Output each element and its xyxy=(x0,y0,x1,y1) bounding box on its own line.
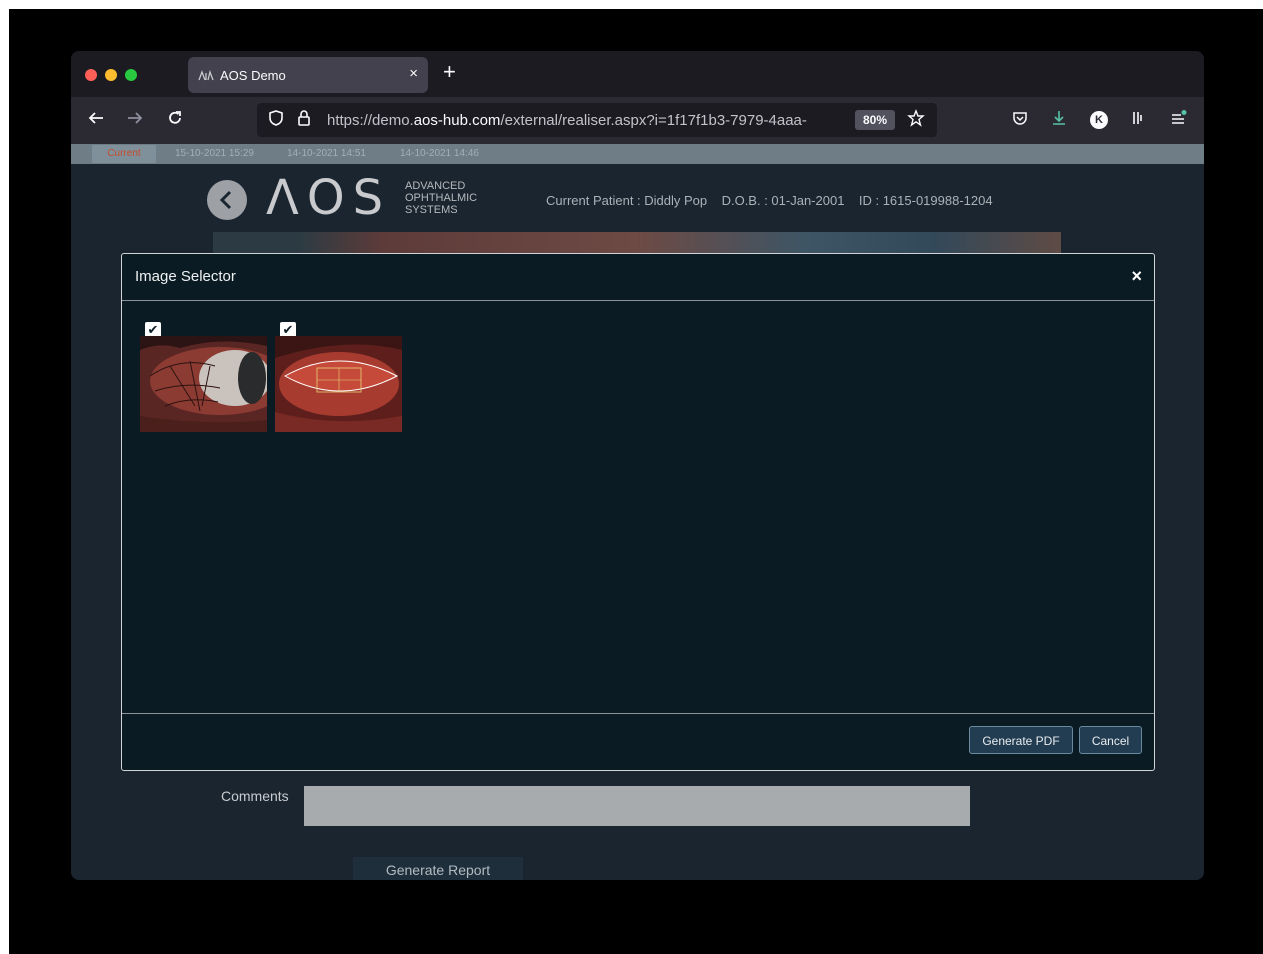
minimize-window-button[interactable] xyxy=(105,69,117,81)
zoom-level-badge[interactable]: 80% xyxy=(855,110,895,130)
cancel-button[interactable]: Cancel xyxy=(1079,726,1142,754)
tab-strip: AOS Demo × + xyxy=(71,51,1204,97)
lock-icon[interactable] xyxy=(293,109,315,131)
back-arrow-icon[interactable] xyxy=(85,109,107,131)
tab-aos-demo[interactable]: AOS Demo × xyxy=(188,57,428,93)
reload-icon[interactable] xyxy=(164,109,186,131)
aos-favicon-icon xyxy=(198,69,214,81)
aos-logo: ΛOS xyxy=(266,170,392,226)
image-strip xyxy=(213,232,1061,254)
tab-title: AOS Demo xyxy=(220,68,286,83)
logo-sub-line: OPHTHALMIC xyxy=(405,192,478,204)
url-prefix: https://demo. xyxy=(327,112,414,129)
modal-footer: Generate PDF Cancel xyxy=(122,713,1154,770)
comments-label: Comments xyxy=(221,788,289,804)
modal-title: Image Selector xyxy=(135,268,236,285)
navigation-toolbar: https://demo.aos-hub.com/external/realis… xyxy=(71,97,1204,144)
shield-icon[interactable] xyxy=(265,109,287,131)
url-text[interactable]: https://demo.aos-hub.com/external/realis… xyxy=(327,112,807,129)
logo-sub-line: ADVANCED xyxy=(405,180,466,192)
eye-vessels-image[interactable] xyxy=(140,336,267,432)
history-bar: Current 15-10-2021 15:29 14-10-2021 14:5… xyxy=(71,144,1204,164)
address-bar[interactable]: https://demo.aos-hub.com/external/realis… xyxy=(257,103,937,137)
image-selector-modal: Image Selector × ✔ ✔ Generate PDF Cancel xyxy=(121,253,1155,771)
patient-info: Current Patient : Diddly Pop D.O.B. : 01… xyxy=(546,193,993,208)
browser-window: AOS Demo × + https://demo.aos-hub.com/ex… xyxy=(71,51,1204,880)
logo-sub-line: SYSTEMS xyxy=(405,204,458,216)
pocket-icon[interactable] xyxy=(1009,109,1031,131)
history-item[interactable]: 14-10-2021 14:51 xyxy=(287,148,366,159)
tab-close-icon[interactable]: × xyxy=(409,65,418,82)
maximize-window-button[interactable] xyxy=(125,69,137,81)
comments-input[interactable] xyxy=(304,786,970,826)
bookmark-star-icon[interactable] xyxy=(905,109,927,131)
page-content: ΛOS ADVANCED OPHTHALMIC SYSTEMS Current … xyxy=(71,164,1204,880)
modal-header: Image Selector × xyxy=(122,254,1154,301)
aos-logo-subtitle: ADVANCED OPHTHALMIC SYSTEMS xyxy=(405,180,477,216)
generate-pdf-button[interactable]: Generate PDF xyxy=(969,726,1073,754)
history-current-tab[interactable]: Current xyxy=(92,145,156,163)
forward-arrow-icon[interactable] xyxy=(124,109,146,131)
chevron-left-icon xyxy=(219,190,232,210)
history-item[interactable]: 15-10-2021 15:29 xyxy=(175,148,254,159)
new-tab-button[interactable]: + xyxy=(443,61,456,83)
menu-icon[interactable] xyxy=(1167,109,1189,131)
profile-avatar[interactable]: K xyxy=(1090,111,1108,129)
history-item[interactable]: 14-10-2021 14:46 xyxy=(400,148,479,159)
url-path: /external/realiser.aspx?i=1f17f1b3-7979-… xyxy=(500,112,807,129)
back-button[interactable] xyxy=(207,180,247,220)
generate-report-button[interactable]: Generate Report xyxy=(353,857,523,880)
close-window-button[interactable] xyxy=(85,69,97,81)
download-icon[interactable] xyxy=(1048,109,1070,131)
extensions-icon[interactable] xyxy=(1127,109,1149,131)
close-icon[interactable]: × xyxy=(1131,266,1142,287)
eye-grid-image[interactable] xyxy=(275,336,402,432)
url-domain: aos-hub.com xyxy=(413,112,501,129)
